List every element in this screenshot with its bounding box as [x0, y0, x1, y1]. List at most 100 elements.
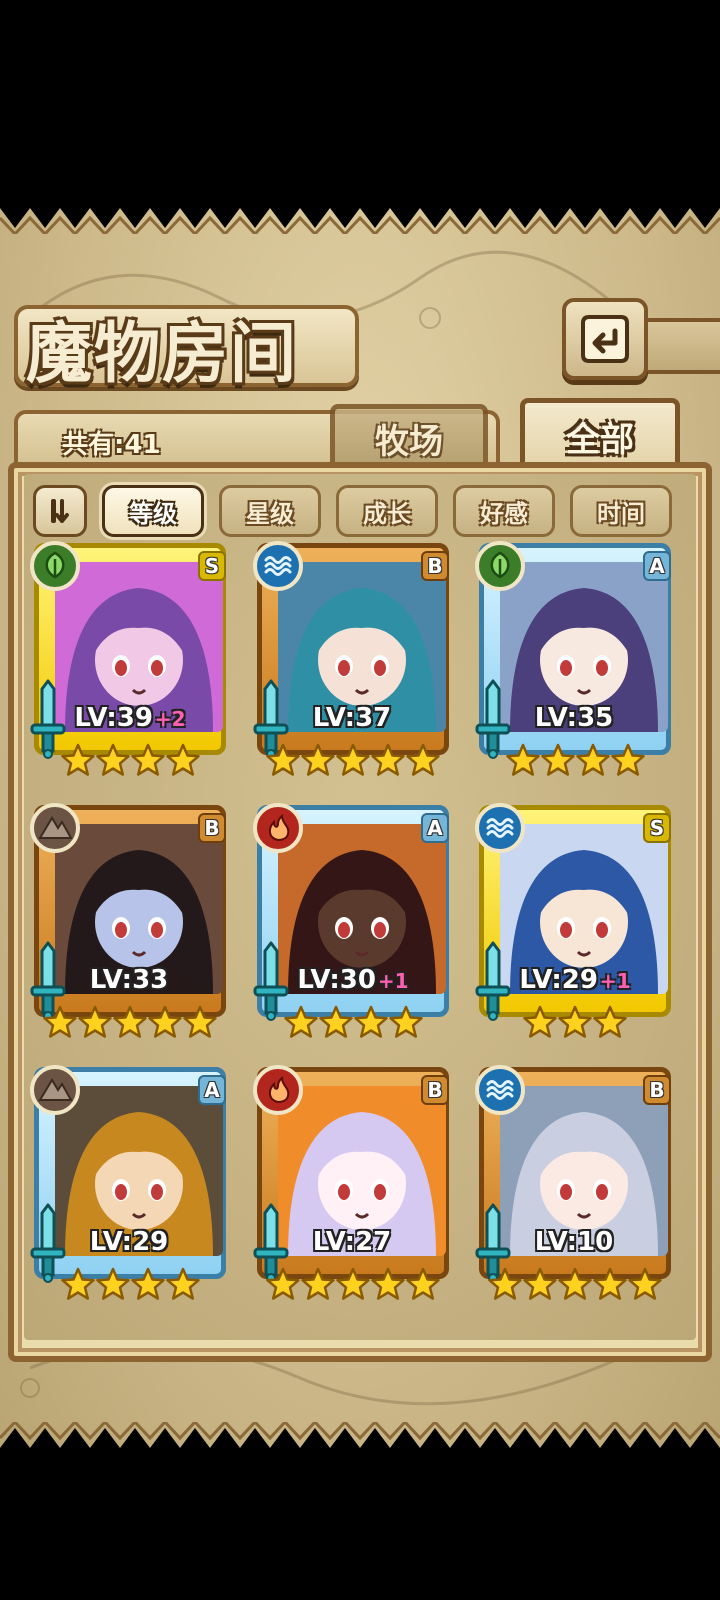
monster-card[interactable]: S LV:29 +1 — [475, 803, 675, 1045]
rank-badge: B — [198, 813, 226, 843]
star-icon — [165, 1267, 200, 1300]
star-icon — [610, 743, 645, 776]
star-icon — [95, 743, 130, 776]
monster-card[interactable]: B LV:37 — [253, 541, 453, 783]
sort-star-button[interactable]: 星级 — [219, 485, 321, 537]
monster-level: LV:35 — [475, 703, 675, 733]
star-icon — [540, 743, 575, 776]
star-icon — [388, 1005, 423, 1038]
level-value: LV:30 — [297, 965, 376, 995]
water-icon — [264, 556, 292, 576]
star-icon — [266, 1267, 300, 1300]
monster-card[interactable]: B LV:33 — [30, 803, 230, 1045]
sort-order-toggle[interactable] — [33, 485, 87, 537]
monster-level: LV:29 — [30, 1227, 230, 1257]
star-icon — [558, 1267, 592, 1300]
back-button-rail — [640, 318, 720, 374]
monster-card[interactable]: A LV:35 — [475, 541, 675, 783]
level-value: LV:33 — [89, 965, 169, 995]
water-icon — [486, 1080, 514, 1100]
star-icon — [336, 743, 370, 776]
star-rating — [30, 1267, 230, 1301]
return-arrow-icon — [581, 315, 629, 363]
sort-direction-icon — [51, 499, 69, 523]
monster-card[interactable]: B LV:27 — [253, 1065, 453, 1307]
star-rating — [475, 1267, 675, 1301]
star-icon — [353, 1005, 388, 1038]
back-button[interactable] — [562, 298, 648, 380]
star-icon — [266, 743, 300, 776]
level-value: LV:37 — [312, 703, 392, 733]
star-icon — [406, 1267, 440, 1300]
star-rating — [253, 1005, 453, 1039]
level-bonus: +2 — [154, 707, 186, 731]
star-icon — [183, 1005, 217, 1038]
star-icon — [43, 1005, 77, 1038]
element-badge — [253, 803, 303, 853]
element-badge — [30, 1065, 80, 1115]
level-bonus: +1 — [377, 969, 409, 993]
nature-icon — [45, 551, 65, 579]
star-rating — [253, 1267, 453, 1301]
star-icon — [113, 1005, 147, 1038]
element-badge — [30, 803, 80, 853]
star-icon — [523, 1267, 557, 1300]
sort-level-button[interactable]: 等级 — [102, 485, 204, 537]
earth-icon — [38, 816, 73, 839]
monster-card[interactable]: B LV:10 — [475, 1065, 675, 1307]
page-title: 魔物房间 — [26, 314, 298, 392]
star-icon — [130, 1267, 165, 1300]
fire-icon — [268, 814, 290, 842]
tab-ranch[interactable]: 牧场 — [330, 404, 488, 468]
rank-badge: S — [643, 813, 671, 843]
star-icon — [130, 743, 165, 776]
monster-level: LV:27 — [253, 1227, 453, 1257]
star-rating — [30, 743, 230, 777]
sort-affection-button[interactable]: 好感 — [453, 485, 555, 537]
monster-count: 共有:41 — [62, 430, 161, 460]
tab-all[interactable]: 全部 — [520, 398, 680, 470]
monster-card[interactable]: A LV:30 +1 — [253, 803, 453, 1045]
star-rating — [475, 743, 675, 777]
level-value: LV:10 — [534, 1227, 614, 1257]
star-icon — [628, 1267, 662, 1300]
monster-level: LV:39 +2 — [30, 703, 230, 733]
sort-time-button[interactable]: 时间 — [570, 485, 672, 537]
level-value: LV:35 — [534, 703, 614, 733]
level-value: LV:27 — [312, 1227, 392, 1257]
star-icon — [558, 1005, 592, 1038]
star-rating — [30, 1005, 230, 1039]
sort-growth-button[interactable]: 成长 — [336, 485, 438, 537]
nature-icon — [490, 551, 510, 579]
fire-icon — [268, 1076, 290, 1104]
element-badge — [475, 541, 525, 591]
monster-level: LV:10 — [475, 1227, 675, 1257]
torn-edge-bottom — [0, 1422, 720, 1468]
earth-icon — [38, 1078, 73, 1101]
monster-card[interactable]: S LV:39 +2 — [30, 541, 230, 783]
element-badge — [253, 1065, 303, 1115]
level-bonus: +1 — [599, 969, 631, 993]
star-icon — [406, 743, 440, 776]
star-icon — [371, 743, 405, 776]
star-icon — [371, 1267, 405, 1300]
rank-badge: A — [198, 1075, 226, 1105]
element-badge — [253, 541, 303, 591]
star-icon — [523, 1005, 557, 1038]
rank-badge: B — [421, 551, 449, 581]
star-icon — [575, 743, 610, 776]
monster-room-screen: 魔物房间 共有:41 牧场 全部 等级 星级 成长 好感 时间 S LV:39 … — [0, 0, 720, 1600]
star-rating — [253, 743, 453, 777]
rank-badge: A — [643, 551, 671, 581]
monster-level: LV:30 +1 — [253, 965, 453, 995]
rank-badge: S — [198, 551, 226, 581]
star-rating — [475, 1005, 675, 1039]
star-icon — [95, 1267, 130, 1300]
monster-level: LV:37 — [253, 703, 453, 733]
star-icon — [148, 1005, 182, 1038]
level-value: LV:29 — [519, 965, 598, 995]
star-icon — [78, 1005, 112, 1038]
star-icon — [488, 1267, 522, 1300]
element-badge — [30, 541, 80, 591]
monster-card[interactable]: A LV:29 — [30, 1065, 230, 1307]
